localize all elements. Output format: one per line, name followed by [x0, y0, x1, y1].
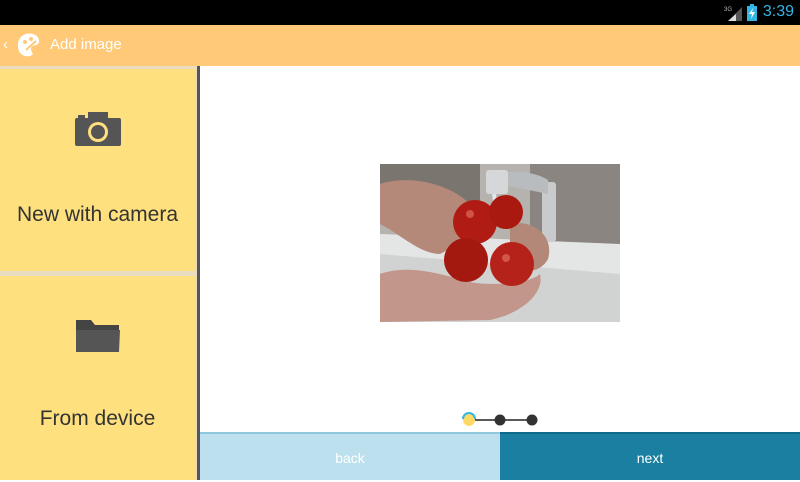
camera-label: New with camera: [16, 203, 179, 226]
step-dot-3: [526, 414, 538, 426]
status-bar: 3G 3:39: [0, 0, 800, 25]
battery-charging-icon: [747, 4, 757, 21]
signal-icon: 3G: [724, 7, 742, 21]
device-label: From device: [39, 407, 156, 430]
step-indicator: [462, 412, 538, 426]
status-time: 3:39: [762, 3, 794, 20]
new-with-camera-button[interactable]: New with camera: [0, 69, 195, 271]
up-caret-icon[interactable]: ‹: [3, 36, 8, 53]
from-device-button[interactable]: From device: [0, 276, 195, 480]
photo-preview: [380, 164, 620, 322]
preview-area: [200, 66, 800, 432]
back-button[interactable]: back: [200, 432, 500, 480]
palette-logo-icon[interactable]: [16, 32, 42, 58]
folder-icon: [76, 320, 120, 352]
action-bar-title: Add image: [50, 36, 122, 53]
svg-text:3G: 3G: [724, 7, 732, 13]
next-button[interactable]: next: [500, 432, 800, 480]
camera-icon: [75, 112, 121, 146]
action-bar: ‹ Add image: [0, 25, 800, 66]
source-panel: New with camera From device: [0, 66, 197, 480]
step-dot-2: [494, 414, 506, 426]
